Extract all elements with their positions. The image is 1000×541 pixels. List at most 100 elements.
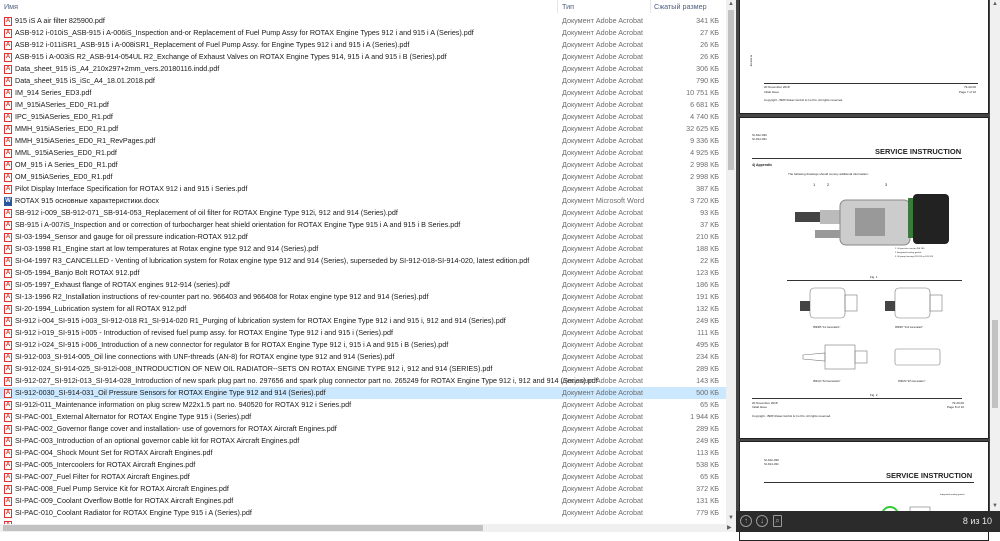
file-row[interactable]: A MMH_915iASeries_ED0_R1.pdf Документ Ad…	[0, 123, 726, 135]
file-row[interactable]: A ASB-912 i-011iSR1_ASB-915 i A-008iSR1_…	[0, 39, 726, 51]
file-row[interactable]: A SI-912 i-019_SI-915 i-005 - Introducti…	[0, 327, 726, 339]
file-row[interactable]: A SI-912 i-004_SI-915 i-003_SI-912-018 R…	[0, 315, 726, 327]
page-ref: SI-914-031	[764, 462, 779, 466]
pdf-file-icon: A	[4, 269, 12, 278]
file-size: 4 740 КБ	[690, 112, 719, 121]
file-type: Документ Adobe Acrobat	[562, 88, 644, 97]
file-type: Документ Adobe Acrobat	[562, 268, 644, 277]
file-row[interactable]: A ASB-912 i-010iS_ASB-915 i A-006iS_Insp…	[0, 27, 726, 39]
file-row[interactable]: A SI-04-1997 R3_CANCELLED - Venting of l…	[0, 255, 726, 267]
file-row[interactable]: A SI-05-1997_Exhaust flange of ROTAX eng…	[0, 279, 726, 291]
file-name: MMH_915iASeries_ED0_R1_RevPages.pdf	[15, 136, 156, 145]
file-row[interactable]: A SI-PAC-001_External Alternator for ROT…	[0, 411, 726, 423]
file-type: Документ Adobe Acrobat	[562, 412, 644, 421]
file-row[interactable]: A IM_914 Series_ED3.pdf Документ Adobe A…	[0, 87, 726, 99]
pdf-file-icon: A	[4, 365, 12, 374]
file-type: Документ Adobe Acrobat	[562, 232, 644, 241]
file-row[interactable]: A SI-PAC-009_Coolant Overflow Bottle for…	[0, 495, 726, 507]
file-name: SI-20-1994_Lubrication system for all RO…	[15, 304, 187, 313]
file-name: OM_915iASeries_ED0_R1.pdf	[15, 172, 113, 181]
pdf-file-icon: A	[4, 17, 12, 26]
file-row[interactable]: A OM_915 i A Series_ED0_R1.pdf Документ …	[0, 159, 726, 171]
file-size: 306 КБ	[696, 64, 719, 73]
page-issue: Initial Issue	[764, 90, 780, 94]
scroll-down-arrow-icon[interactable]: ▼	[992, 503, 998, 509]
vertical-scrollbar[interactable]: ▲ ▼	[726, 0, 736, 524]
file-row[interactable]: A OM_915iASeries_ED0_R1.pdf Документ Ado…	[0, 171, 726, 183]
scroll-up-arrow-icon[interactable]: ▲	[728, 1, 734, 7]
scrollbar-thumb[interactable]	[728, 10, 734, 170]
file-type: Документ Adobe Acrobat	[562, 256, 644, 265]
next-page-icon[interactable]: ↓	[756, 515, 768, 527]
file-row[interactable]: A MML_915iASeries_ED0_R1.pdf Документ Ad…	[0, 147, 726, 159]
file-row[interactable]: A SI-03-1998 R1_Engine start at low temp…	[0, 243, 726, 255]
column-name-header[interactable]: Имя	[4, 2, 18, 11]
file-size: 495 КБ	[696, 340, 719, 349]
file-name: ASB-912 i-010iS_ASB-915 i A-006iS_Inspec…	[15, 28, 474, 37]
file-type: Документ Adobe Acrobat	[562, 220, 644, 229]
file-type: Документ Adobe Acrobat	[562, 64, 644, 73]
pdf-file-icon: A	[4, 353, 12, 362]
file-row[interactable]: A Pilot Display Interface Specification …	[0, 183, 726, 195]
file-row[interactable]: A SI-13-1996 R2_Installation instruction…	[0, 291, 726, 303]
file-row[interactable]: A MMH_915iASeries_ED0_R1_RevPages.pdf До…	[0, 135, 726, 147]
file-size: 4 925 КБ	[690, 148, 719, 157]
pdf-file-icon: A	[4, 437, 12, 446]
file-size: 372 КБ	[696, 484, 719, 493]
legend-line: 2 Integrated sealing gasket	[895, 252, 922, 254]
file-size: 779 КБ	[696, 508, 719, 517]
scroll-down-arrow-icon[interactable]: ▼	[728, 515, 734, 521]
file-size: 289 КБ	[696, 364, 719, 373]
file-row[interactable]: A SI-PAC-007_Fuel Filter for ROTAX Aircr…	[0, 471, 726, 483]
file-name: Pilot Display Interface Specification fo…	[15, 184, 248, 193]
file-row[interactable]: A Data_sheet_915 iS_A4_210x297+2mm_vers.…	[0, 63, 726, 75]
file-name: IM_915iASeries_ED0_R1.pdf	[15, 100, 109, 109]
file-row[interactable]: A SI-PAC-005_Intercoolers for ROTAX Airc…	[0, 459, 726, 471]
file-name: SI-PAC-004_Shock Mount Set for ROTAX Air…	[15, 448, 213, 457]
file-size: 123 КБ	[696, 268, 719, 277]
file-row[interactable]: A SI-PAC-008_Fuel Pump Service Kit for R…	[0, 483, 726, 495]
column-type-header[interactable]: Тип	[562, 2, 574, 11]
file-row[interactable]: A IM_915iASeries_ED0_R1.pdf Документ Ado…	[0, 99, 726, 111]
file-row[interactable]: A SI-PAC-004_Shock Mount Set for ROTAX A…	[0, 447, 726, 459]
file-row[interactable]: A SI-20-1994_Lubrication system for all …	[0, 303, 726, 315]
horizontal-scrollbar[interactable]: ▶	[0, 524, 736, 532]
preview-scrollbar[interactable]: ▲ ▼	[990, 0, 1000, 512]
file-row[interactable]: A SI-912-027_SI-912i-013_SI-914-028_Intr…	[0, 375, 726, 387]
file-row[interactable]: A SI-912i-011_Maintenance information on…	[0, 399, 726, 411]
file-row[interactable]: A SI-912-024_SI-914-025_SI-912i-008_INTR…	[0, 363, 726, 375]
file-type: Документ Adobe Acrobat	[562, 292, 644, 301]
page-chapter: 79-20-00	[963, 85, 976, 89]
pdf-file-icon: A	[4, 29, 12, 38]
column-size-header[interactable]: Сжатый размер	[654, 2, 707, 11]
pdf-file-icon: A	[4, 281, 12, 290]
previous-page-icon[interactable]: ↑	[740, 515, 752, 527]
file-row[interactable]: A SB-915 i A-007iS_Inspection and or cor…	[0, 219, 726, 231]
file-row[interactable]: A 915 iS A air filter 825900.pdf Докумен…	[0, 15, 726, 27]
file-list-pane: Имя Тип Сжатый размер A 915 iS A air fil…	[0, 0, 736, 532]
preview-scrollbar-thumb[interactable]	[992, 320, 998, 408]
pdf-file-icon: A	[4, 65, 12, 74]
file-name: SI-03-1998 R1_Engine start at low temper…	[15, 244, 319, 253]
file-row[interactable]: A ASB-915 i A-003iS R2_ASB-914-054UL R2_…	[0, 51, 726, 63]
file-row[interactable]: A SI-05-1994_Banjo Bolt ROTAX 912.pdf До…	[0, 267, 726, 279]
horizontal-scrollbar-thumb[interactable]	[3, 525, 483, 531]
scroll-right-arrow-icon[interactable]: ▶	[727, 524, 732, 531]
file-row[interactable]: A SI-912-003_SI-914-005_Oil line connect…	[0, 351, 726, 363]
file-row[interactable]: A SI-912 i-024_SI-915 i-006_Introduction…	[0, 339, 726, 351]
sensor-label: 956413 "3rd Generation"	[813, 380, 841, 383]
file-row[interactable]: A SI-912-0030_SI-914-031_Oil Pressure Se…	[0, 387, 726, 399]
scroll-up-arrow-icon[interactable]: ▲	[992, 1, 998, 7]
file-row[interactable]: A IPC_915iASeries_ED0_R1.pdf Документ Ad…	[0, 111, 726, 123]
file-row[interactable]: A SI-PAC-003_Introduction of an optional…	[0, 435, 726, 447]
file-type: Документ Adobe Acrobat	[562, 124, 644, 133]
file-row[interactable]: A Data_sheet_915 iS_iSc_A4_18.01.2018.pd…	[0, 75, 726, 87]
find-in-document-icon[interactable]: ⌕	[773, 515, 782, 527]
file-type: Документ Adobe Acrobat	[562, 40, 644, 49]
file-row[interactable]: A SI-PAC-002_Governor flange cover and i…	[0, 423, 726, 435]
file-row[interactable]: A SI-03-1994_Sensor and gauge for oil pr…	[0, 231, 726, 243]
file-row[interactable]: W ROTAX 915 основные характеристики.docx…	[0, 195, 726, 207]
file-row[interactable]: A SI-PAC-010_Coolant Radiator for ROTAX …	[0, 507, 726, 519]
sensor-label: 956385 "1st Generation"	[813, 326, 841, 329]
file-row[interactable]: A SB-912 i-009_SB-912-071_SB-914-053_Rep…	[0, 207, 726, 219]
